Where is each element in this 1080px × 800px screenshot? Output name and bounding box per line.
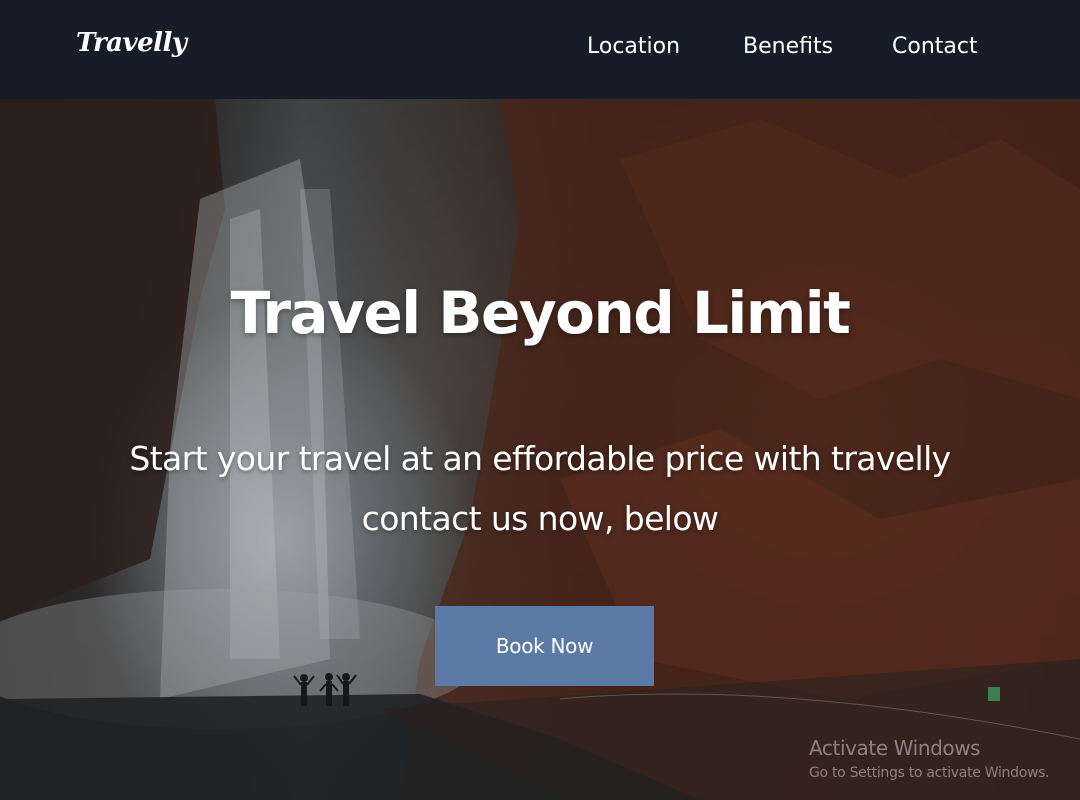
hero-title: Travel Beyond Limit	[230, 279, 851, 347]
hero-subtitle-line-2: contact us now, below	[361, 499, 719, 538]
navbar: Travelly Location Benefits Contact	[0, 0, 1080, 99]
book-now-button[interactable]: Book Now	[435, 606, 654, 686]
windows-activation-watermark: Activate Windows Go to Settings to activ…	[809, 736, 1050, 781]
watermark-subtitle: Go to Settings to activate Windows.	[809, 765, 1050, 781]
nav-link-contact[interactable]: Contact	[892, 34, 978, 59]
hero-subtitle-line-1: Start your travel at an effordable price…	[129, 439, 951, 478]
nav-link-benefits[interactable]: Benefits	[743, 34, 833, 59]
brand-logo[interactable]: Travelly	[76, 28, 187, 58]
watermark-title: Activate Windows	[809, 736, 981, 760]
hero-subtitle: Start your travel at an effordable price…	[0, 429, 1080, 549]
hero-section: Travel Beyond Limit Start your travel at…	[0, 99, 1080, 800]
nav-link-location[interactable]: Location	[587, 34, 680, 59]
